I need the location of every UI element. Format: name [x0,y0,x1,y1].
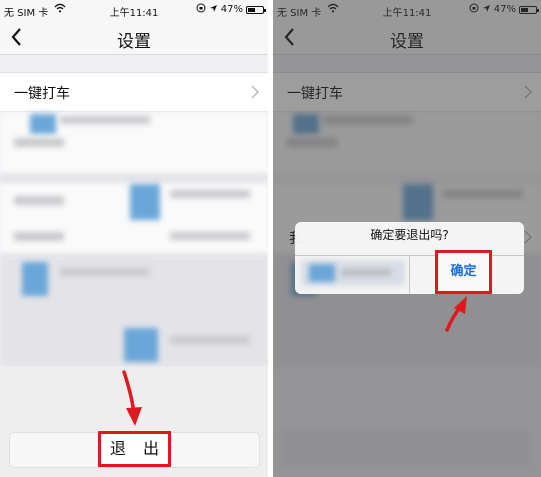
cancel-button[interactable] [301,260,405,286]
settings-screen-left: 无 SIM 卡 上午11:41 47% 设置 一键打车 退 出 [0,0,268,477]
settings-screen-right: 无 SIM 卡 上午11:41 47% 设置 一键打车 [273,0,541,477]
red-arrow-down-icon [122,370,142,426]
logout-button-highlight[interactable]: 退 出 [98,431,171,467]
battery-icon [246,5,266,14]
confirm-button[interactable]: 确定 [435,250,492,294]
navigation-bar: 设置 [0,20,268,55]
location-arrow-icon [209,4,218,16]
battery-percent: 47% [220,4,243,15]
page-title: 设置 [117,32,151,52]
dialog-message: 确定要退出吗? [370,228,449,242]
one-click-taxi-row[interactable]: 一键打车 [0,72,268,112]
red-arrow-up-icon [445,296,467,332]
one-click-taxi-label: 一键打车 [14,86,70,102]
status-bar: 无 SIM 卡 上午11:41 47% [0,0,268,20]
chevron-right-icon [250,83,260,101]
dialog-button-separator [409,255,410,294]
orientation-lock-icon [196,3,206,16]
